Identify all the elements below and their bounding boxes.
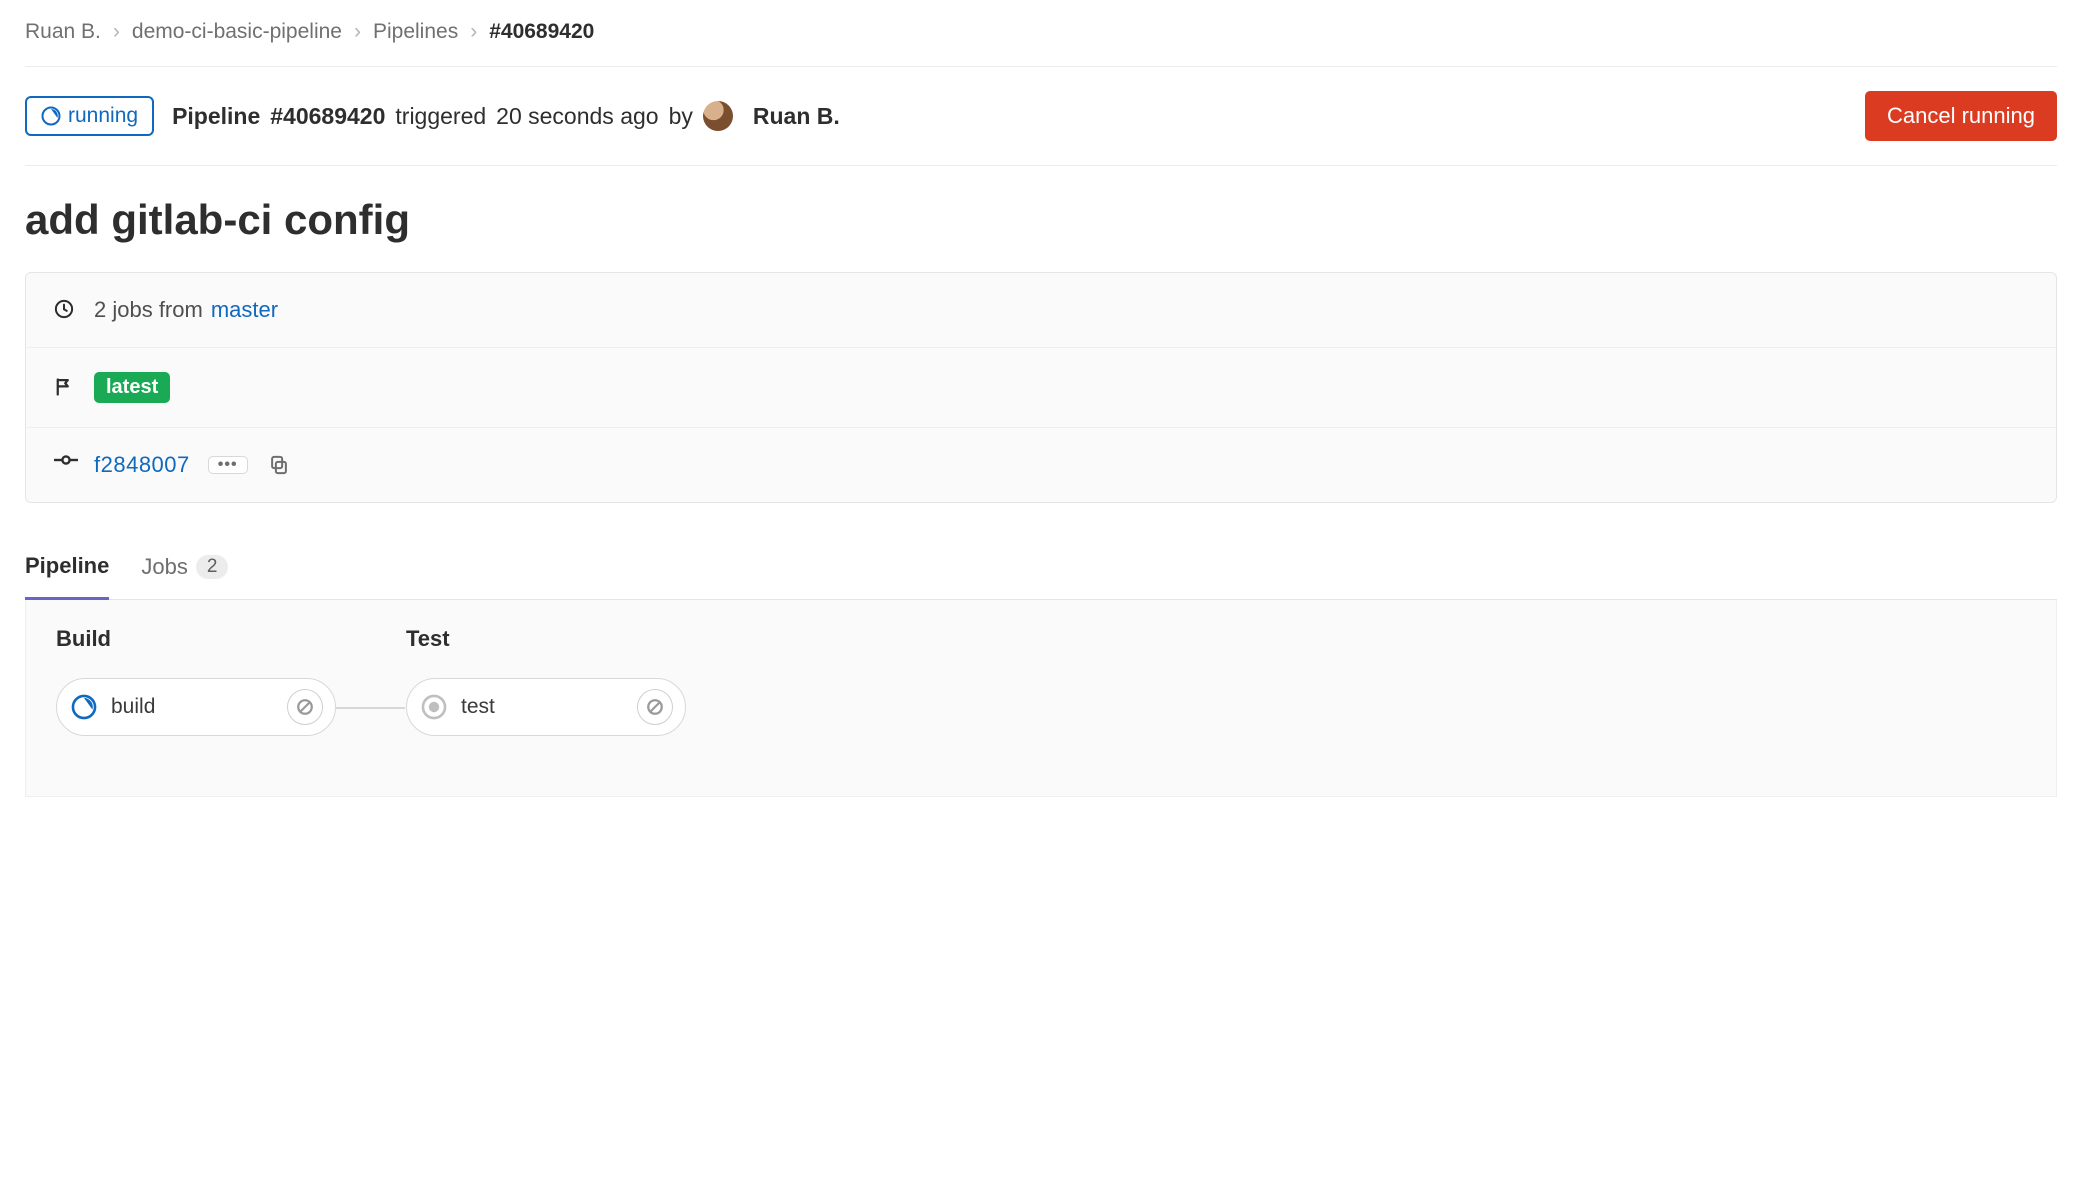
triggered-prefix: Pipeline: [172, 103, 260, 130]
stage-build-name: Build: [56, 626, 336, 652]
stage-connector: [335, 707, 405, 709]
cancel-running-button[interactable]: Cancel running: [1865, 91, 2057, 141]
ellipsis-icon: •••: [218, 460, 238, 470]
chevron-right-icon: ›: [354, 20, 361, 44]
time-ago: 20 seconds ago: [496, 103, 658, 130]
job-cancel-button[interactable]: [287, 689, 323, 725]
breadcrumb-project[interactable]: demo-ci-basic-pipeline: [132, 20, 342, 44]
pipeline-graph: Build build Test test: [25, 600, 2057, 797]
tab-pipeline-label: Pipeline: [25, 553, 109, 579]
pipeline-id: #40689420: [270, 103, 385, 130]
cancel-icon: [296, 698, 314, 716]
latest-chip: latest: [94, 372, 170, 403]
commit-row: f2848007 •••: [26, 428, 2056, 502]
pipeline-header-left: running Pipeline #40689420 triggered 20 …: [25, 96, 840, 136]
breadcrumb-section[interactable]: Pipelines: [373, 20, 458, 44]
stage-test-name: Test: [406, 626, 686, 652]
breadcrumb-owner[interactable]: Ruan B.: [25, 20, 101, 44]
commit-icon: [54, 454, 76, 476]
copy-icon: [269, 455, 289, 475]
tab-jobs[interactable]: Jobs 2: [141, 544, 228, 598]
commit-sha-link[interactable]: f2848007: [94, 452, 190, 478]
job-test-name: test: [461, 695, 623, 719]
jobs-summary-row: 2 jobs from master: [26, 273, 2056, 348]
stage-test: Test test: [406, 626, 686, 736]
user-name[interactable]: Ruan B.: [753, 103, 840, 130]
avatar[interactable]: [703, 101, 733, 131]
pending-icon: [421, 694, 447, 720]
jobs-count-text: 2 jobs from: [94, 297, 203, 323]
tabs: Pipeline Jobs 2: [25, 543, 2057, 600]
clock-icon: [54, 299, 76, 321]
breadcrumb: Ruan B. › demo-ci-basic-pipeline › Pipel…: [25, 20, 2057, 67]
tags-row: latest: [26, 348, 2056, 428]
more-actions-button[interactable]: •••: [208, 456, 248, 474]
running-icon: [41, 106, 61, 126]
page-title: add gitlab-ci config: [25, 196, 2057, 244]
job-cancel-button[interactable]: [637, 689, 673, 725]
job-build-name: build: [111, 695, 273, 719]
tab-jobs-label: Jobs: [141, 554, 187, 580]
chevron-right-icon: ›: [470, 20, 477, 44]
status-badge-label: running: [68, 104, 138, 128]
tab-pipeline[interactable]: Pipeline: [25, 543, 109, 600]
tab-jobs-count: 2: [196, 555, 229, 579]
triggered-word: triggered: [395, 103, 486, 130]
flag-icon: [54, 377, 76, 399]
breadcrumb-current: #40689420: [489, 20, 594, 44]
pipeline-info-box: 2 jobs from master latest f2848007 •••: [25, 272, 2057, 503]
job-build[interactable]: build: [56, 678, 336, 736]
running-icon: [71, 694, 97, 720]
stage-build: Build build: [56, 626, 336, 736]
cancel-icon: [646, 698, 664, 716]
job-test[interactable]: test: [406, 678, 686, 736]
pipeline-header: running Pipeline #40689420 triggered 20 …: [25, 67, 2057, 166]
branch-link[interactable]: master: [211, 297, 278, 323]
triggered-text: Pipeline #40689420 triggered 20 seconds …: [172, 101, 840, 131]
by-word: by: [669, 103, 693, 130]
status-badge[interactable]: running: [25, 96, 154, 136]
copy-sha-button[interactable]: [266, 452, 292, 478]
chevron-right-icon: ›: [113, 20, 120, 44]
